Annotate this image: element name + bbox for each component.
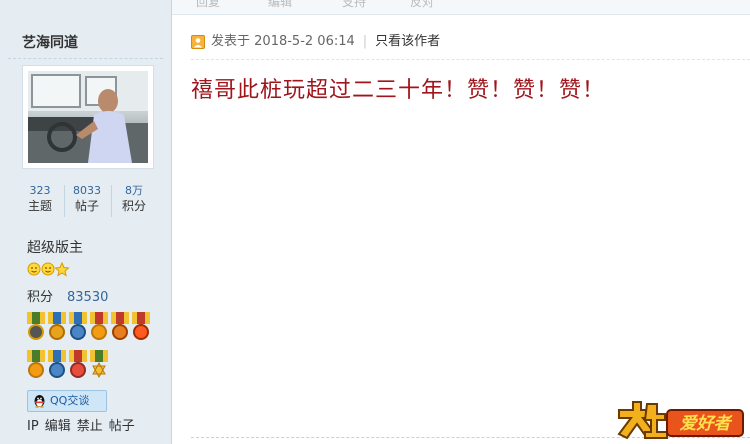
user-posts-link[interactable]: 帖子: [109, 419, 135, 434]
divider: [191, 59, 750, 60]
medal-icon: [111, 312, 129, 340]
medal-icon: [90, 312, 108, 340]
admin-links: IP 编辑 禁止 帖子: [27, 415, 141, 434]
medal-icon: [27, 312, 45, 340]
sun-icon: [27, 262, 41, 276]
medal-list: [27, 312, 151, 388]
separator: |: [362, 34, 368, 49]
points-label: 积分: [27, 290, 54, 305]
only-author-link[interactable]: 只看该作者: [375, 34, 440, 49]
ban-link[interactable]: 禁止: [77, 419, 103, 434]
edit-button[interactable]: 编辑: [268, 0, 292, 10]
online-status-icon: [191, 35, 205, 49]
divider: [8, 58, 163, 59]
qq-penguin-icon: [34, 395, 45, 408]
user-sidebar: 艺海同道 323 主题 8033 帖子 8万 积分 超级版主 积分 83530 …: [0, 0, 172, 444]
star-icon: [54, 261, 70, 277]
post-content: 禧哥此桩玩超过二三十年！赞！赞！赞！: [191, 78, 606, 103]
stat-label: 积分: [121, 199, 146, 213]
avatar[interactable]: [22, 65, 154, 169]
post-date: 2018-5-2 06:14: [254, 34, 355, 49]
stat-label: 主题: [27, 199, 52, 213]
stat-posts[interactable]: 8033 帖子: [65, 183, 109, 215]
stat-value: 323: [29, 184, 51, 197]
post-date-prefix: 发表于: [211, 34, 251, 49]
avatar-image: [28, 71, 148, 163]
post-meta: 发表于 2018-5-2 06:14 | 只看该作者: [191, 33, 440, 51]
stat-threads[interactable]: 323 主题: [18, 183, 62, 215]
medal-icon: [132, 312, 150, 340]
stat-points[interactable]: 8万 积分: [112, 183, 156, 215]
medal-icon: [48, 350, 66, 378]
user-name[interactable]: 艺海同道: [22, 32, 78, 52]
medal-icon: [69, 312, 87, 340]
qq-label: QQ交谈: [50, 394, 90, 407]
support-button[interactable]: 支持: [342, 0, 366, 10]
points-value: 83530: [67, 290, 109, 305]
medal-icon: [90, 350, 108, 379]
medal-icon: [69, 350, 87, 378]
user-rank[interactable]: 超级版主: [27, 237, 83, 257]
stat-label: 帖子: [74, 199, 99, 213]
user-points: 积分 83530: [27, 286, 108, 305]
stat-value: 8万: [125, 184, 143, 197]
stat-value: 8033: [73, 184, 101, 197]
user-stats: 323 主题 8033 帖子 8万 积分: [18, 183, 158, 219]
logo-text: 爱好者: [680, 414, 734, 434]
forum-logo: 爱好者: [617, 398, 745, 440]
edit-user-link[interactable]: 编辑: [45, 419, 71, 434]
medal-icon: [48, 312, 66, 340]
medal-icon: [27, 350, 45, 378]
qq-chat-button[interactable]: QQ交谈: [27, 390, 107, 412]
post-toolbar: 回复 编辑 支持 反对: [172, 0, 750, 15]
reply-button[interactable]: 回复: [196, 0, 220, 10]
oppose-button[interactable]: 反对: [410, 0, 434, 10]
sun-icon: [41, 262, 55, 276]
rank-stars: [27, 261, 77, 277]
ip-link[interactable]: IP: [27, 419, 39, 434]
